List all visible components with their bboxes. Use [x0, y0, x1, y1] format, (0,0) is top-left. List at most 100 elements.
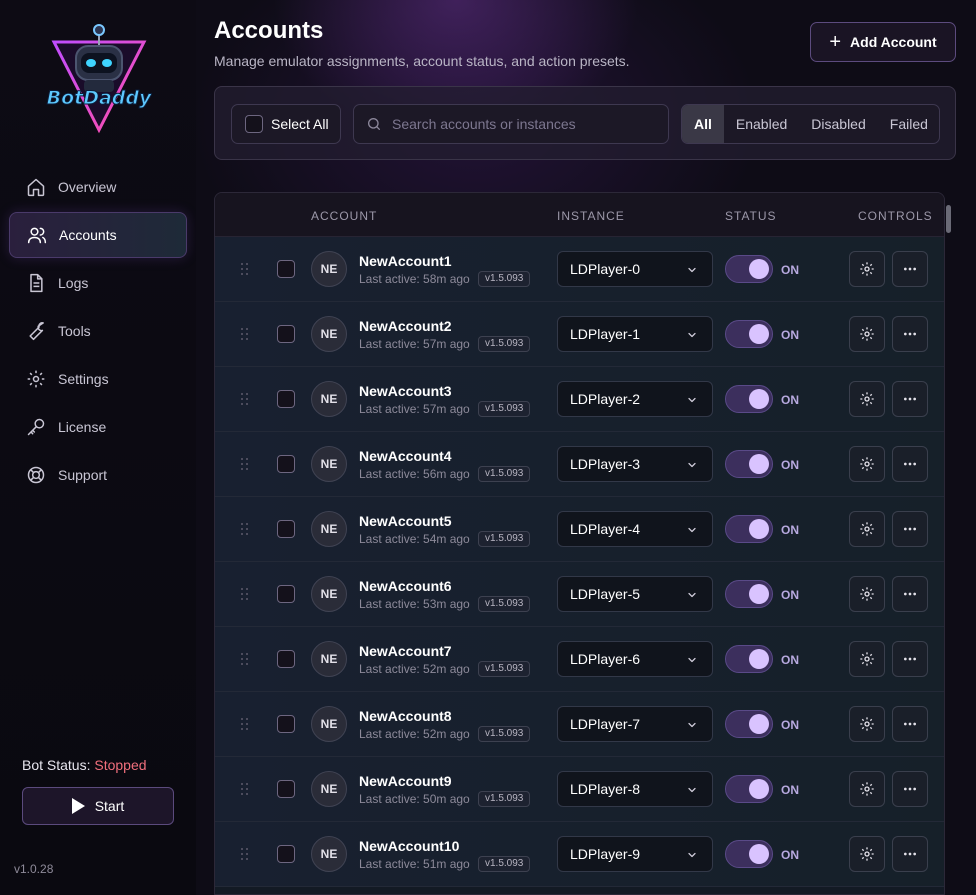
svg-text:BotDaddy: BotDaddy [47, 87, 152, 109]
status-toggle[interactable] [725, 515, 773, 543]
instance-select[interactable]: LDPlayer-7 [557, 706, 713, 742]
toggle-knob [749, 714, 769, 734]
drag-handle-icon[interactable] [241, 523, 249, 535]
nav-item-support[interactable]: Support [9, 452, 187, 498]
instance-select[interactable]: LDPlayer-2 [557, 381, 713, 417]
nav-item-settings[interactable]: Settings [9, 356, 187, 402]
last-active: Last active: 54m ago [359, 532, 470, 546]
more-options-button[interactable] [892, 576, 928, 612]
row-checkbox[interactable] [277, 455, 295, 473]
filter-failed[interactable]: Failed [878, 105, 939, 143]
account-settings-button[interactable] [849, 836, 885, 872]
account-settings-button[interactable] [849, 771, 885, 807]
nav-item-accounts[interactable]: Accounts [9, 212, 187, 258]
nav-item-overview[interactable]: Overview [9, 164, 187, 210]
more-options-button[interactable] [892, 706, 928, 742]
row-checkbox[interactable] [277, 780, 295, 798]
table-row: NE NewAccount7 Last active: 52m ago v1.5… [215, 627, 944, 692]
account-name: NewAccount7 [359, 643, 452, 659]
toggle-knob [749, 779, 769, 799]
start-button[interactable]: Start [22, 787, 174, 825]
instance-select[interactable]: LDPlayer-0 [557, 251, 713, 287]
more-options-button[interactable] [892, 641, 928, 677]
drag-handle-icon[interactable] [241, 393, 249, 405]
gear-icon [860, 457, 874, 471]
instance-value: LDPlayer-2 [570, 391, 641, 407]
status-toggle[interactable] [725, 385, 773, 413]
row-checkbox[interactable] [277, 390, 295, 408]
drag-handle-icon[interactable] [241, 848, 249, 860]
drag-handle-icon[interactable] [241, 718, 249, 730]
nav-item-tools[interactable]: Tools [9, 308, 187, 354]
drag-handle-icon[interactable] [241, 328, 249, 340]
account-settings-button[interactable] [849, 641, 885, 677]
nav-item-license[interactable]: License [9, 404, 187, 450]
status-toggle[interactable] [725, 255, 773, 283]
account-settings-button[interactable] [849, 706, 885, 742]
status-label: ON [781, 848, 799, 862]
status-toggle[interactable] [725, 645, 773, 673]
users-icon [27, 227, 47, 244]
table-row: NE NewAccount10 Last active: 51m ago v1.… [215, 822, 944, 887]
last-active: Last active: 56m ago [359, 467, 470, 481]
column-header-controls: CONTROLS [858, 209, 933, 223]
account-settings-button[interactable] [849, 446, 885, 482]
instance-select[interactable]: LDPlayer-3 [557, 446, 713, 482]
more-options-button[interactable] [892, 446, 928, 482]
drag-handle-icon[interactable] [241, 263, 249, 275]
account-settings-button[interactable] [849, 316, 885, 352]
instance-select[interactable]: LDPlayer-4 [557, 511, 713, 547]
status-toggle[interactable] [725, 840, 773, 868]
select-all-button[interactable]: Select All [231, 104, 341, 144]
status-toggle[interactable] [725, 710, 773, 738]
nav-item-logs[interactable]: Logs [9, 260, 187, 306]
more-options-button[interactable] [892, 251, 928, 287]
drag-handle-icon[interactable] [241, 653, 249, 665]
instance-select[interactable]: LDPlayer-5 [557, 576, 713, 612]
more-options-button[interactable] [892, 511, 928, 547]
drag-handle-icon[interactable] [241, 783, 249, 795]
row-checkbox[interactable] [277, 845, 295, 863]
status-toggle[interactable] [725, 320, 773, 348]
instance-select[interactable]: LDPlayer-6 [557, 641, 713, 677]
table-row: NE NewAccount6 Last active: 53m ago v1.5… [215, 562, 944, 627]
row-checkbox[interactable] [277, 715, 295, 733]
account-settings-button[interactable] [849, 381, 885, 417]
status-toggle[interactable] [725, 580, 773, 608]
account-settings-button[interactable] [849, 251, 885, 287]
avatar: NE [311, 446, 347, 482]
row-checkbox[interactable] [277, 650, 295, 668]
more-options-button[interactable] [892, 771, 928, 807]
filter-disabled[interactable]: Disabled [799, 105, 877, 143]
more-options-button[interactable] [892, 381, 928, 417]
toggle-knob [749, 844, 769, 864]
search-input[interactable] [392, 116, 652, 132]
drag-handle-icon[interactable] [241, 588, 249, 600]
select-all-checkbox[interactable] [245, 115, 263, 133]
add-account-button[interactable]: + Add Account [810, 22, 956, 62]
filter-all[interactable]: All [682, 105, 724, 143]
account-settings-button[interactable] [849, 511, 885, 547]
account-settings-button[interactable] [849, 576, 885, 612]
accounts-table: ACCOUNT INSTANCE STATUS CONTROLS NE NewA… [214, 192, 945, 895]
drag-handle-icon[interactable] [241, 458, 249, 470]
gear-icon [860, 262, 874, 276]
main-content: Accounts Manage emulator assignments, ac… [196, 0, 976, 895]
more-options-button[interactable] [892, 836, 928, 872]
toggle-knob [749, 649, 769, 669]
status-toggle[interactable] [725, 450, 773, 478]
row-checkbox[interactable] [277, 520, 295, 538]
status-toggle[interactable] [725, 775, 773, 803]
instance-select[interactable]: LDPlayer-1 [557, 316, 713, 352]
filter-enabled[interactable]: Enabled [724, 105, 799, 143]
row-checkbox[interactable] [277, 585, 295, 603]
sidebar: BotDaddy Overview Accounts Logs Tools Se… [0, 0, 196, 895]
chevron-down-icon [688, 657, 696, 663]
scrollbar-thumb[interactable] [946, 205, 951, 233]
instance-select[interactable]: LDPlayer-8 [557, 771, 713, 807]
row-checkbox[interactable] [277, 325, 295, 343]
instance-select[interactable]: LDPlayer-9 [557, 836, 713, 872]
row-checkbox[interactable] [277, 260, 295, 278]
status-label: ON [781, 458, 799, 472]
more-options-button[interactable] [892, 316, 928, 352]
